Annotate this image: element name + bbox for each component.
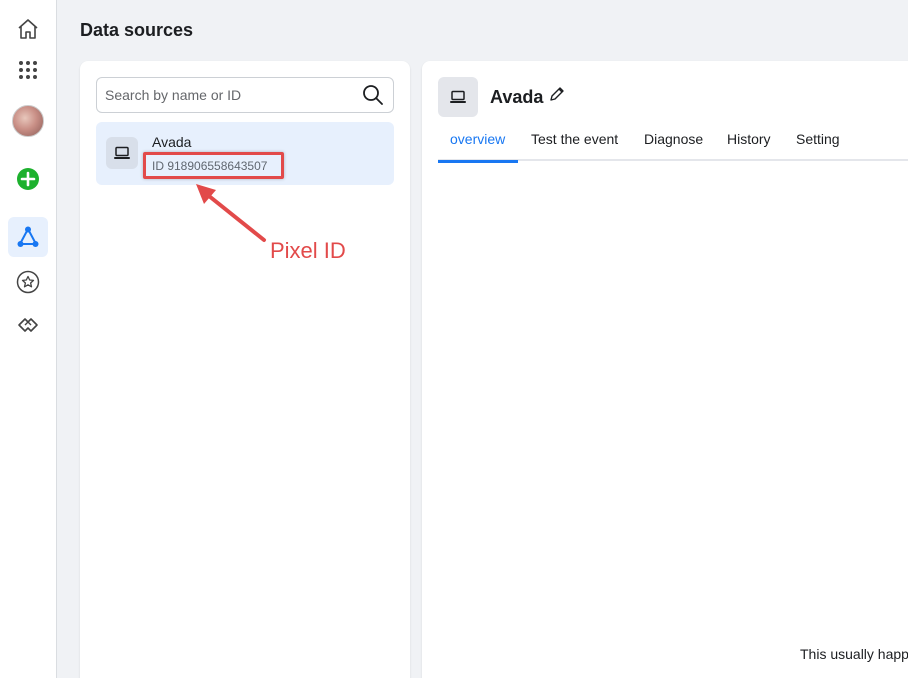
tab-setting[interactable]: Setting [784, 131, 852, 161]
avatar [12, 105, 44, 137]
data-source-name: Avada [152, 134, 192, 150]
page-title: Data sources [80, 20, 194, 40]
tab-diagnose[interactable]: Diagnose [632, 131, 715, 161]
tab-setting-label: Setting [796, 131, 840, 147]
star-icon [16, 270, 40, 294]
annotation-label: Pixel ID [270, 238, 346, 263]
tab-history[interactable]: History [715, 131, 783, 161]
home-button[interactable] [8, 9, 48, 49]
data-sources-list-panel: Search by name or ID Avada ID 9189065586… [80, 61, 410, 678]
tab-test-the-event[interactable]: Test the event [519, 131, 630, 161]
create-button[interactable] [8, 159, 48, 199]
tab-test-the-event-label: Test the event [531, 131, 619, 147]
data-source-id: ID 918906558643507 [152, 158, 268, 173]
data-source-item[interactable]: Avada ID 918906558643507 [96, 122, 394, 185]
search-icon[interactable] [361, 83, 385, 107]
tab-overview-label: overview [450, 131, 506, 147]
pixel-id-highlight: ID 918906558643507 [143, 152, 284, 179]
search-placeholder: Search by name or ID [105, 87, 242, 103]
apps-grid-icon [19, 61, 37, 79]
tab-overview[interactable]: overview [438, 131, 518, 163]
favorites-button[interactable] [8, 262, 48, 302]
computer-icon [438, 77, 478, 117]
create-icon [17, 168, 39, 190]
tab-diagnose-label: Diagnose [644, 131, 704, 147]
search-input[interactable]: Search by name or ID [96, 77, 394, 113]
events-manager-icon [17, 226, 39, 247]
pencil-edit-icon[interactable] [548, 85, 566, 103]
active-tab-indicator [438, 160, 518, 163]
apps-menu-button[interactable] [8, 50, 48, 90]
account-button[interactable] [8, 101, 48, 141]
computer-icon [106, 137, 138, 169]
partners-button[interactable] [8, 305, 48, 345]
home-icon [18, 19, 38, 39]
annotation-arrow-icon [196, 184, 266, 242]
info-message: This usually happ [800, 646, 908, 662]
data-source-title: Avada [490, 87, 544, 107]
partner-handshake-icon [18, 318, 38, 332]
events-manager-button[interactable] [8, 217, 48, 257]
detail-tabs: overview Test the event Diagnose History… [438, 123, 908, 163]
data-source-detail-panel: Avada overview Test the event Diagnose H… [422, 61, 908, 678]
tab-history-label: History [727, 131, 771, 147]
left-rail [0, 0, 57, 678]
